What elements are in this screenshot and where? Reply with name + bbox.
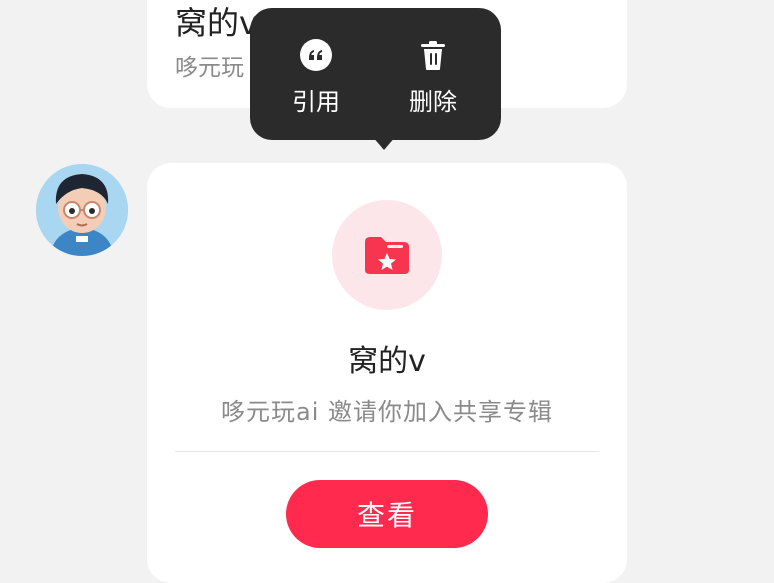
menu-item-delete[interactable]: 删除	[388, 38, 478, 124]
context-menu-pointer	[372, 136, 396, 150]
previous-card-title: 窝的v	[175, 4, 258, 42]
album-title: 窝的v	[348, 344, 426, 379]
invite-text: 哆元玩ai 邀请你加入共享专辑	[220, 398, 553, 426]
avatar[interactable]	[36, 164, 128, 256]
menu-item-quote[interactable]: 引用	[271, 38, 361, 124]
menu-item-quote-label: 引用	[292, 88, 340, 116]
context-menu: 引用 删除	[250, 8, 501, 140]
menu-item-delete-label: 删除	[409, 88, 457, 116]
avatar-image	[36, 164, 128, 256]
folder-star-icon	[332, 200, 442, 310]
divider	[175, 451, 599, 452]
previous-card-subtitle: 哆元玩	[175, 55, 244, 81]
view-button[interactable]: 查看	[286, 480, 488, 548]
quote-icon	[299, 38, 333, 72]
shared-album-card[interactable]: 窝的v 哆元玩ai 邀请你加入共享专辑 查看	[147, 163, 627, 583]
trash-icon	[416, 38, 450, 72]
